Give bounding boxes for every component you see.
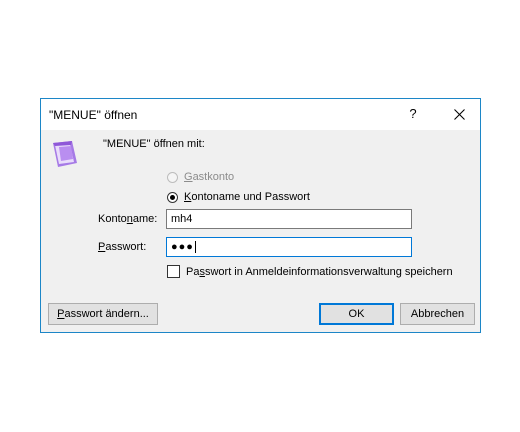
title-bar[interactable]: "MENUE" öffnen ? — [41, 99, 480, 130]
password-input[interactable]: ●●● — [166, 237, 412, 257]
save-credentials-option[interactable]: Passwort in Anmeldeinformationsverwaltun… — [167, 265, 453, 278]
dialog-title: "MENUE" öffnen — [49, 108, 138, 122]
save-credentials-label: Passwort in Anmeldeinformationsverwaltun… — [186, 265, 453, 278]
ok-button[interactable]: OK — [319, 303, 394, 325]
help-button[interactable]: ? — [402, 104, 424, 124]
account-password-radio[interactable] — [167, 191, 178, 203]
account-name-input[interactable]: mh4 — [166, 209, 412, 229]
cancel-button[interactable]: Abbrechen — [400, 303, 475, 325]
guest-account-label: Gastkonto — [184, 171, 235, 183]
text-caret — [194, 241, 196, 254]
guest-account-option[interactable]: Gastkonto — [167, 169, 234, 185]
filemaker-app-icon — [50, 139, 80, 169]
close-icon — [454, 109, 465, 120]
account-password-option[interactable]: Kontoname und Passwort — [167, 189, 310, 205]
save-credentials-checkbox[interactable] — [167, 265, 180, 278]
account-password-label: Kontoname und Passwort — [184, 191, 310, 203]
password-mask: ●●● — [171, 241, 194, 253]
password-label: Passwort: — [98, 241, 147, 253]
close-button[interactable] — [446, 104, 472, 124]
account-name-label: Kontoname: — [98, 213, 158, 225]
change-password-button[interactable]: Passwort ändern... — [48, 303, 158, 325]
account-name-value: mh4 — [171, 213, 193, 225]
open-with-prompt: "MENUE" öffnen mit: — [103, 138, 205, 150]
open-file-dialog: "MENUE" öffnen ? "MENUE" öffnen mit: Gas… — [40, 98, 481, 333]
guest-account-radio[interactable] — [167, 171, 178, 183]
